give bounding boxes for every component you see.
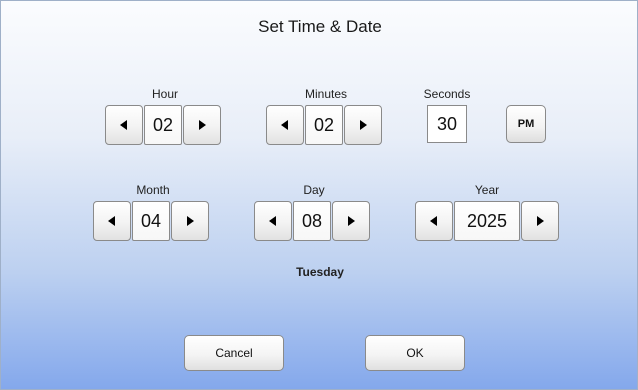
year-group: Year 2025 <box>415 183 559 241</box>
hour-group: Hour 02 <box>105 87 225 145</box>
day-value[interactable]: 08 <box>293 201 331 241</box>
triangle-right-icon <box>199 120 206 130</box>
hour-label: Hour <box>151 87 178 101</box>
hour-spinner: 02 <box>105 105 221 145</box>
minutes-value[interactable]: 02 <box>305 105 343 145</box>
triangle-right-icon <box>187 216 194 226</box>
minutes-spinner: 02 <box>266 105 382 145</box>
set-time-date-dialog: Set Time & Date Hour 02 Minutes 02 Secon… <box>0 0 638 390</box>
hour-decrement-button[interactable] <box>105 105 143 145</box>
month-group: Month 04 <box>93 183 213 241</box>
hour-value[interactable]: 02 <box>144 105 182 145</box>
year-value[interactable]: 2025 <box>454 201 520 241</box>
minutes-increment-button[interactable] <box>344 105 382 145</box>
month-label: Month <box>136 183 170 197</box>
triangle-right-icon <box>348 216 355 226</box>
weekday-label: Tuesday <box>296 265 344 279</box>
day-group: Day 08 <box>254 183 374 241</box>
minutes-decrement-button[interactable] <box>266 105 304 145</box>
seconds-label: Seconds <box>423 87 471 101</box>
triangle-left-icon <box>430 216 437 226</box>
day-label: Day <box>303 183 325 197</box>
ok-button[interactable]: OK <box>365 335 465 371</box>
year-label: Year <box>474 183 500 197</box>
triangle-left-icon <box>269 216 276 226</box>
seconds-group: Seconds 30 <box>422 87 472 145</box>
triangle-left-icon <box>281 120 288 130</box>
month-increment-button[interactable] <box>171 201 209 241</box>
month-value[interactable]: 04 <box>132 201 170 241</box>
triangle-left-icon <box>120 120 127 130</box>
seconds-value[interactable]: 30 <box>427 105 467 143</box>
month-spinner: 04 <box>93 201 209 241</box>
day-increment-button[interactable] <box>332 201 370 241</box>
year-decrement-button[interactable] <box>415 201 453 241</box>
triangle-right-icon <box>360 120 367 130</box>
ampm-toggle-button[interactable]: PM <box>506 105 546 143</box>
dialog-title: Set Time & Date <box>258 17 382 36</box>
cancel-button[interactable]: Cancel <box>184 335 284 371</box>
hour-increment-button[interactable] <box>183 105 221 145</box>
triangle-right-icon <box>537 216 544 226</box>
year-spinner: 2025 <box>415 201 559 241</box>
day-decrement-button[interactable] <box>254 201 292 241</box>
minutes-label: Minutes <box>304 87 348 101</box>
year-increment-button[interactable] <box>521 201 559 241</box>
day-spinner: 08 <box>254 201 370 241</box>
triangle-left-icon <box>108 216 115 226</box>
minutes-group: Minutes 02 <box>266 87 386 145</box>
month-decrement-button[interactable] <box>93 201 131 241</box>
